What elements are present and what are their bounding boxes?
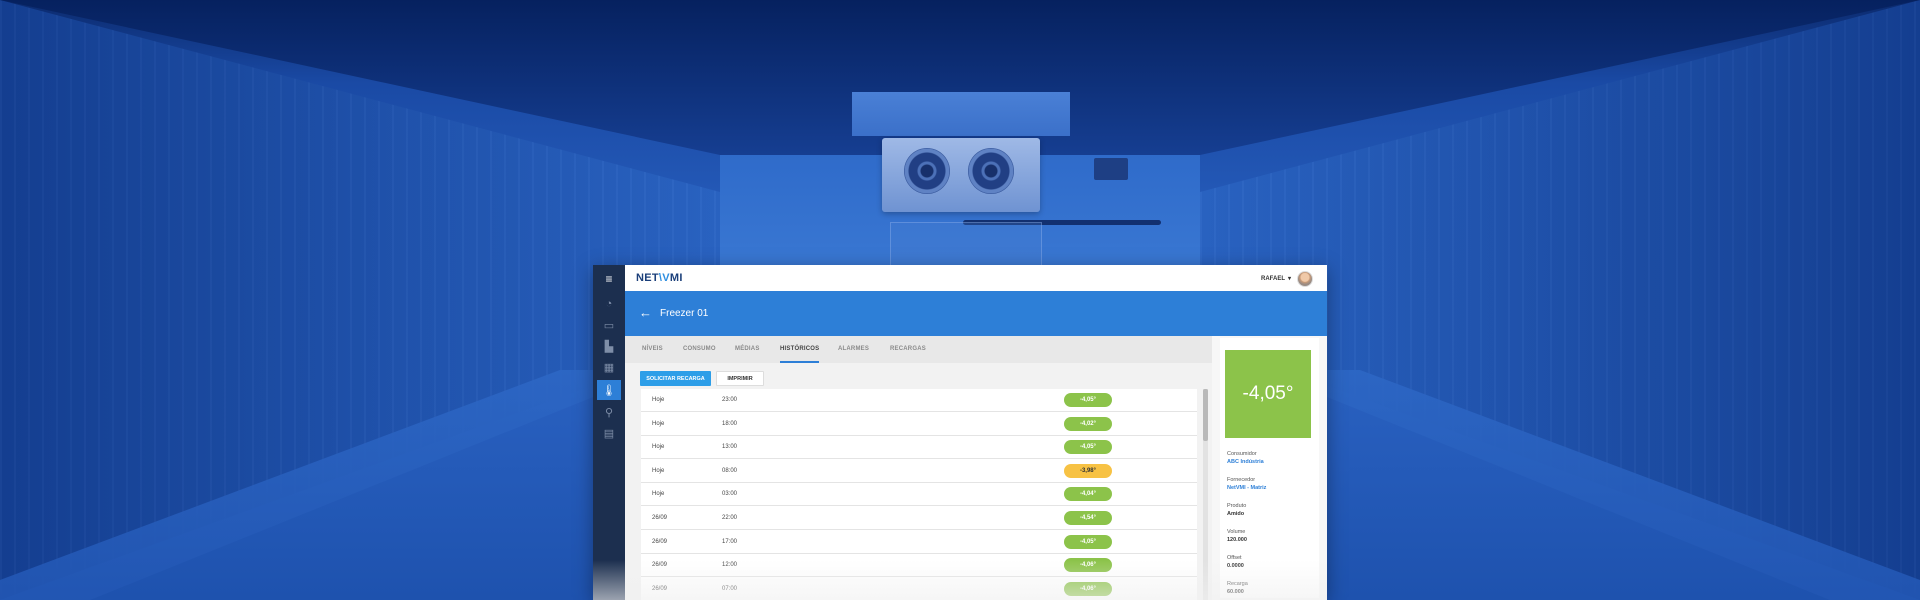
row-day: Hoje <box>652 397 665 403</box>
info-field: Offset 0.0000 <box>1227 555 1244 569</box>
chevron-down-icon: ▾ <box>1287 276 1291 282</box>
fan-icon <box>904 148 950 194</box>
temperature-badge: -4,06° <box>1064 558 1112 573</box>
row-time: 08:00 <box>722 467 738 474</box>
info-value: Amido <box>1227 511 1245 517</box>
row-time: 07:00 <box>722 585 738 592</box>
gauge-icon[interactable]: ◔ <box>597 294 621 314</box>
info-value[interactable]: NetVMI - Matriz <box>1227 485 1266 491</box>
row-day: Hoje <box>652 420 665 427</box>
temperature-badge: -3,98° <box>1064 463 1112 478</box>
current-temperature: -4,05° <box>1225 350 1311 438</box>
user-name: RAFAEL <box>1260 275 1285 282</box>
row-day: 26/09 <box>652 585 668 592</box>
print-button[interactable]: IMPRIMIR <box>716 371 764 386</box>
app-window: ≡ ◔ ▭ ▙ ▦ 🌡 ⚲ ▤ NET\VMI RAFAEL ▾ ← Freez… <box>593 265 1327 600</box>
info-label: Volume <box>1227 529 1246 535</box>
top-bar: NET\VMI RAFAEL ▾ <box>625 265 1327 292</box>
row-time: 13:00 <box>722 444 738 451</box>
info-value: 0.0000 <box>1227 563 1244 569</box>
table-row[interactable]: 26/09 17:00 -4,05° <box>641 531 1197 554</box>
row-day: 26/09 <box>652 562 668 569</box>
map-pin-icon[interactable]: ⚲ <box>597 402 621 422</box>
battery-icon[interactable]: ▭ <box>597 315 621 335</box>
user-menu[interactable]: RAFAEL ▾ <box>1260 275 1291 283</box>
info-field: Volume 120.000 <box>1227 529 1247 543</box>
logo-prefix: NET <box>636 272 659 284</box>
avatar[interactable] <box>1297 271 1313 287</box>
row-time: 18:00 <box>722 420 738 427</box>
info-value: 120.000 <box>1227 537 1247 543</box>
table-row[interactable]: Hoje 23:00 -4,05° <box>641 389 1197 412</box>
row-time: 23:00 <box>722 397 738 403</box>
table-row[interactable]: 26/09 07:00 -4,06° <box>641 578 1197 600</box>
back-arrow-icon[interactable]: ← <box>639 306 652 319</box>
info-label: Fornecedor <box>1227 477 1256 483</box>
page-header: ← Freezer 01 <box>625 291 1327 336</box>
row-day: Hoje <box>652 444 665 451</box>
table-row[interactable]: Hoje 13:00 -4,05° <box>641 436 1197 460</box>
sidebar: ≡ ◔ ▭ ▙ ▦ 🌡 ⚲ ▤ <box>593 265 625 600</box>
tab-bar: NÍVEIS CONSUMO MÉDIAS HISTÓRICOS ALARMES… <box>625 336 1212 363</box>
table-row[interactable]: 26/09 12:00 -4,06° <box>641 554 1197 578</box>
tab-alarmes[interactable]: ALARMES <box>838 346 869 352</box>
factory-icon[interactable]: ▙ <box>597 336 621 356</box>
document-icon[interactable]: ▤ <box>597 423 621 443</box>
tab-niveis[interactable]: NÍVEIS <box>642 346 663 352</box>
table-row[interactable]: Hoje 08:00 -3,98° <box>641 460 1197 483</box>
logo-suffix: MI <box>669 272 683 284</box>
info-value: 60.000 <box>1227 589 1244 595</box>
temperature-badge: -4,04° <box>1064 487 1112 502</box>
info-value[interactable]: ABC Indústria <box>1227 459 1264 465</box>
table-row[interactable]: 26/09 22:00 -4,54° <box>641 507 1197 530</box>
control-box <box>1094 158 1128 180</box>
info-label: Offset <box>1227 555 1242 561</box>
row-day: Hoje <box>652 467 665 474</box>
row-day: 26/09 <box>652 538 668 545</box>
netvmi-logo[interactable]: NET\VMI <box>636 272 683 284</box>
chart-icon[interactable]: ▦ <box>597 357 621 377</box>
temperature-badge: -4,05° <box>1064 534 1112 549</box>
row-time: 03:00 <box>722 491 738 498</box>
info-label: Consumidor <box>1227 451 1257 457</box>
row-day: Hoje <box>652 491 665 498</box>
logo-mark: \V <box>658 272 670 284</box>
info-label: Produto <box>1227 503 1247 509</box>
temperature-badge: -4,06° <box>1064 581 1112 596</box>
info-field: Produto Amido <box>1227 503 1246 517</box>
tab-consumo[interactable]: CONSUMO <box>683 346 716 352</box>
row-time: 17:00 <box>722 538 738 545</box>
row-time: 22:00 <box>722 515 738 521</box>
tab-recargas[interactable]: RECARGAS <box>890 346 926 352</box>
temperature-badge: -4,02° <box>1064 416 1112 431</box>
menu-icon[interactable]: ≡ <box>597 269 621 289</box>
row-time: 12:00 <box>722 562 738 569</box>
temperature-badge: -4,05° <box>1064 393 1112 407</box>
row-day: 26/09 <box>652 515 668 521</box>
thermometer-icon[interactable]: 🌡 <box>597 380 621 400</box>
info-label: Recarga <box>1227 581 1248 587</box>
fan-icon <box>968 148 1014 194</box>
temperature-badge: -4,54° <box>1064 511 1112 525</box>
info-field: Fornecedor NetVMI - Matriz <box>1227 477 1266 491</box>
tab-historicos[interactable]: HISTÓRICOS <box>780 346 819 352</box>
details-panel: -4,05° Consumidor ABC Indústria Fornecedor… <box>1212 336 1327 600</box>
temperature-badge: -4,05° <box>1064 440 1112 455</box>
tab-medias[interactable]: MÉDIAS <box>735 346 760 352</box>
history-table: Hoje 23:00 -4,05° Hoje 18:00 -4,02° Hoje 13:00 -… <box>641 389 1197 600</box>
info-field: Recarga 60.000 <box>1227 581 1248 595</box>
history-content: SOLICITAR RECARGA IMPRIMIR Hoje 23:00 -4,0… <box>625 363 1212 600</box>
page-title: Freezer 01 <box>660 308 709 319</box>
info-field: Consumidor ABC Indústria <box>1227 451 1264 465</box>
evaporator-hood <box>852 92 1070 136</box>
table-row[interactable]: Hoje 18:00 -4,02° <box>641 413 1197 436</box>
table-row[interactable]: Hoje 03:00 -4,04° <box>641 483 1197 507</box>
scrollbar-thumb[interactable] <box>1203 389 1208 441</box>
request-recharge-button[interactable]: SOLICITAR RECARGA <box>640 371 711 386</box>
